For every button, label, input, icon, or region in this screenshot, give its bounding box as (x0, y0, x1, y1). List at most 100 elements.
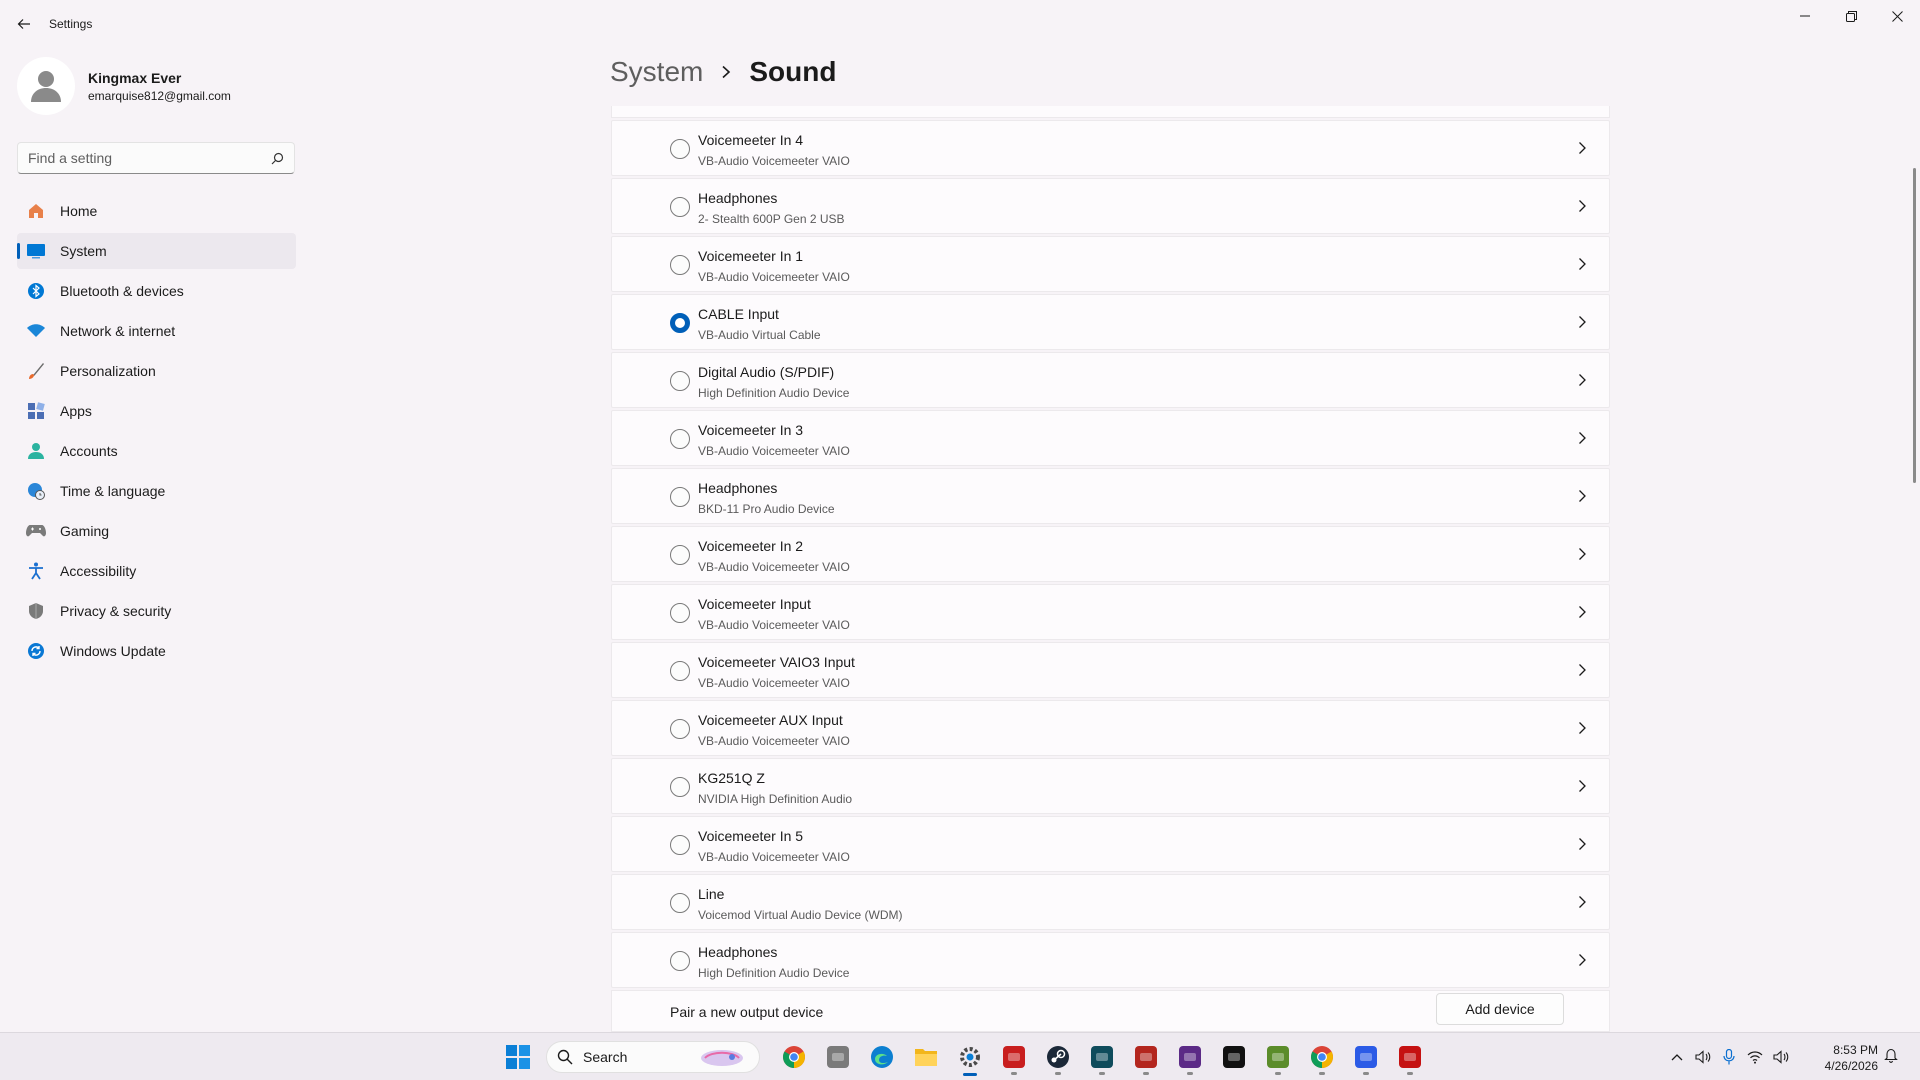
chevron-right-icon[interactable] (1577, 547, 1587, 561)
taskbar-clock[interactable]: 8:53 PM 4/26/2026 (1818, 1042, 1878, 1074)
device-radio-button[interactable] (670, 777, 690, 797)
chevron-right-icon[interactable] (1577, 431, 1587, 445)
device-radio-button[interactable] (670, 603, 690, 623)
add-device-button[interactable]: Add device (1436, 993, 1564, 1025)
output-device-row[interactable]: KG251Q Z NVIDIA High Definition Audio (611, 758, 1610, 814)
output-device-list: Voicemeeter In 4 VB-Audio Voicemeeter VAI… (611, 106, 1610, 1032)
device-radio-button[interactable] (670, 661, 690, 681)
output-device-row[interactable]: CABLE Input VB-Audio Virtual Cable (611, 294, 1610, 350)
sidebar-item-label: Bluetooth & devices (60, 283, 184, 299)
device-radio-button[interactable] (670, 835, 690, 855)
device-radio-button[interactable] (670, 197, 690, 217)
search-input[interactable] (28, 150, 271, 166)
taskbar-app-voicemeeter[interactable] (1124, 1039, 1168, 1075)
taskbar-app-chrome-profile[interactable] (1300, 1039, 1344, 1075)
minimize-button[interactable] (1782, 0, 1828, 32)
device-driver: Voicemod Virtual Audio Device (WDM) (698, 908, 903, 922)
output-device-row[interactable]: Headphones High Definition Audio Device (611, 932, 1610, 988)
breadcrumb-system[interactable]: System (610, 56, 703, 88)
chevron-right-icon[interactable] (1577, 895, 1587, 909)
taskbar-app-edge[interactable] (860, 1039, 904, 1075)
taskbar-search[interactable]: Search (546, 1041, 760, 1073)
device-radio-button[interactable] (670, 893, 690, 913)
back-arrow-icon (17, 19, 30, 29)
taskbar-app-recorder[interactable] (992, 1039, 1036, 1075)
volume-level-tray-button[interactable] (1768, 1043, 1794, 1071)
chevron-right-icon[interactable] (1577, 141, 1587, 155)
output-device-row[interactable]: Headphones BKD-11 Pro Audio Device (611, 468, 1610, 524)
network-tray-button[interactable] (1742, 1043, 1768, 1071)
device-radio-button[interactable] (670, 429, 690, 449)
output-device-row[interactable]: Voicemeeter In 1 VB-Audio Voicemeeter VAI… (611, 236, 1610, 292)
output-device-row[interactable]: Voicemeeter In 3 VB-Audio Voicemeeter VAI… (611, 410, 1610, 466)
sidebar-item-time-language[interactable]: Time & language (17, 473, 296, 509)
sidebar-item-network-internet[interactable]: Network & internet (17, 313, 296, 349)
taskbar-app-minecraft[interactable] (1256, 1039, 1300, 1075)
taskbar-app-monitor-app[interactable] (1080, 1039, 1124, 1075)
taskbar-app-voicemod[interactable] (1344, 1039, 1388, 1075)
user-profile[interactable]: Kingmax Ever emarquise812@gmail.com (17, 57, 231, 115)
sidebar-nav: Home System Bluetooth & devices Network & i… (17, 193, 296, 673)
taskbar-app-nzxt[interactable] (1168, 1039, 1212, 1075)
microphone-tray-button[interactable] (1716, 1043, 1742, 1071)
sidebar-item-accessibility[interactable]: Accessibility (17, 553, 296, 589)
output-device-row[interactable]: Voicemeeter AUX Input VB-Audio Voicemeete… (611, 700, 1610, 756)
chevron-right-icon[interactable] (1577, 953, 1587, 967)
brush-icon (26, 361, 46, 381)
volume-tray-button[interactable] (1690, 1043, 1716, 1071)
settings-search-box[interactable] (17, 142, 295, 174)
device-radio-button[interactable] (670, 545, 690, 565)
output-device-row[interactable]: Line Voicemod Virtual Audio Device (WDM) (611, 874, 1610, 930)
device-radio-button[interactable] (670, 371, 690, 391)
chevron-right-icon[interactable] (1577, 779, 1587, 793)
chevron-right-icon[interactable] (1577, 837, 1587, 851)
sidebar-item-gaming[interactable]: Gaming (17, 513, 296, 549)
chevron-right-icon[interactable] (1577, 199, 1587, 213)
output-device-row[interactable]: Voicemeeter Input VB-Audio Voicemeeter VA… (611, 584, 1610, 640)
device-radio-button[interactable] (670, 719, 690, 739)
taskbar-app-among-us[interactable] (1388, 1039, 1432, 1075)
search-icon[interactable] (271, 152, 284, 165)
show-hidden-icons-button[interactable] (1664, 1043, 1690, 1071)
device-radio-button[interactable] (670, 313, 690, 333)
device-radio-button[interactable] (670, 139, 690, 159)
sidebar-item-windows-update[interactable]: Windows Update (17, 633, 296, 669)
title-bar: Settings (0, 0, 1920, 48)
chevron-right-icon[interactable] (1577, 489, 1587, 503)
sidebar-item-privacy-security[interactable]: Privacy & security (17, 593, 296, 629)
start-button[interactable] (506, 1045, 530, 1074)
output-device-row[interactable]: Voicemeeter VAIO3 Input VB-Audio Voicemee… (611, 642, 1610, 698)
chevron-right-icon[interactable] (1577, 373, 1587, 387)
taskbar-app-chrome[interactable] (772, 1039, 816, 1075)
sidebar-item-accounts[interactable]: Accounts (17, 433, 296, 469)
sidebar-item-bluetooth-devices[interactable]: Bluetooth & devices (17, 273, 296, 309)
taskbar-app-capcut[interactable] (1212, 1039, 1256, 1075)
sidebar-item-system[interactable]: System (17, 233, 296, 269)
device-radio-button[interactable] (670, 255, 690, 275)
output-device-row[interactable]: Digital Audio (S/PDIF) High Definition Au… (611, 352, 1610, 408)
taskbar-app-file-explorer[interactable] (904, 1039, 948, 1075)
chevron-right-icon[interactable] (1577, 257, 1587, 271)
device-radio-button[interactable] (670, 951, 690, 971)
close-button[interactable] (1874, 0, 1920, 32)
chevron-right-icon[interactable] (1577, 605, 1587, 619)
restore-button[interactable] (1828, 0, 1874, 32)
taskbar-app-settings[interactable] (948, 1039, 992, 1076)
scrollbar-thumb[interactable] (1913, 168, 1916, 483)
sidebar-item-personalization[interactable]: Personalization (17, 353, 296, 389)
back-button[interactable] (10, 10, 38, 38)
output-device-row[interactable]: Voicemeeter In 4 VB-Audio Voicemeeter VAI… (611, 120, 1610, 176)
update-icon (26, 641, 46, 661)
sidebar-item-home[interactable]: Home (17, 193, 296, 229)
taskbar-app-steam[interactable] (1036, 1039, 1080, 1075)
chevron-right-icon[interactable] (1577, 315, 1587, 329)
device-radio-button[interactable] (670, 487, 690, 507)
notifications-button[interactable] (1884, 1047, 1898, 1068)
output-device-row[interactable]: Headphones 2- Stealth 600P Gen 2 USB (611, 178, 1610, 234)
chevron-right-icon[interactable] (1577, 663, 1587, 677)
output-device-row[interactable]: Voicemeeter In 5 VB-Audio Voicemeeter VAI… (611, 816, 1610, 872)
taskbar-app-app-tile[interactable] (816, 1039, 860, 1075)
chevron-right-icon[interactable] (1577, 721, 1587, 735)
output-device-row[interactable]: Voicemeeter In 2 VB-Audio Voicemeeter VAI… (611, 526, 1610, 582)
sidebar-item-apps[interactable]: Apps (17, 393, 296, 429)
